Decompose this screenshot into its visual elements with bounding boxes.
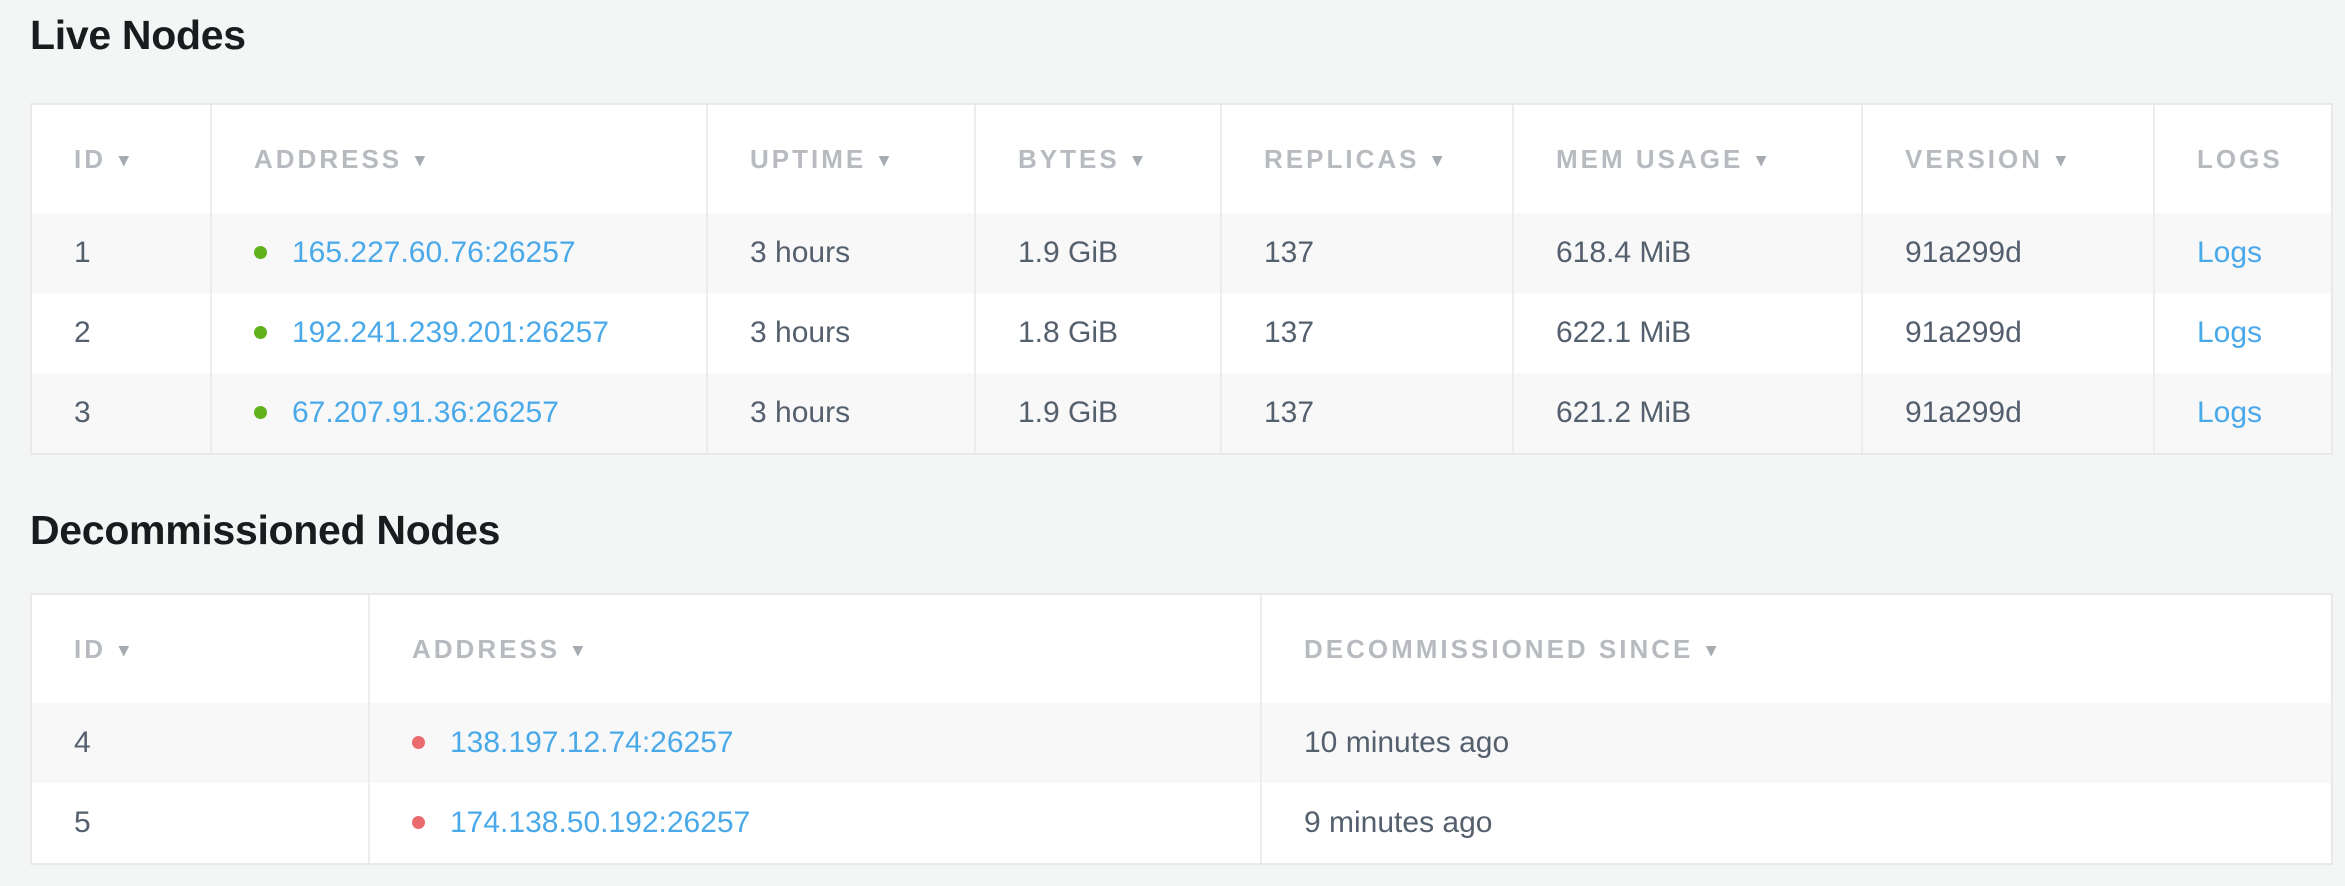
node-logs-link[interactable]: Logs [2197,236,2262,269]
cell-node-id: 2 [32,293,210,373]
decommissioned-table-body: 4 138.197.12.74:26257 10 minutes ago 5 1… [32,703,2331,863]
decommissioned-node-row: 4 138.197.12.74:26257 10 minutes ago [32,703,2331,783]
sort-arrow-icon: ▾ [2056,150,2069,171]
cell-node-replicas: 137 [1220,373,1512,453]
sort-arrow-icon: ▾ [1133,150,1146,171]
node-live-dot-icon [254,406,267,419]
decommissioned-table-head: ID ▾ ADDRESS ▾ DECOMMISSIONED SINCE ▾ [32,595,2331,703]
live-col-header-logs: LOGS [2153,105,2331,213]
node-logs-link[interactable]: Logs [2197,316,2262,349]
cell-node-replicas: 137 [1220,293,1512,373]
column-label: ID [74,144,106,174]
cell-node-version: 91a299d [1861,293,2153,373]
sort-arrow-icon: ▾ [879,150,892,171]
column-label: LOGS [2197,144,2283,174]
sort-arrow-icon: ▾ [1706,640,1719,661]
node-address-link[interactable]: 138.197.12.74:26257 [450,726,734,759]
node-address-link[interactable]: 67.207.91.36:26257 [292,396,559,429]
decommissioned-col-header-address[interactable]: ADDRESS ▾ [368,595,1260,703]
cell-node-version: 91a299d [1861,213,2153,293]
live-node-row: 3 67.207.91.36:26257 3 hours 1.9 GiB 137… [32,373,2331,453]
column-label: REPLICAS [1264,144,1419,174]
live-node-row: 2 192.241.239.201:26257 3 hours 1.8 GiB … [32,293,2331,373]
cell-node-id: 1 [32,213,210,293]
cell-node-logs: Logs [2153,293,2331,373]
cell-node-uptime: 3 hours [706,293,974,373]
cell-node-address: 174.138.50.192:26257 [368,783,1260,863]
cell-node-bytes: 1.9 GiB [974,213,1220,293]
decommissioned-nodes-section: Decommissioned Nodes ID ▾ ADDRESS ▾ DECOMM… [30,505,2333,865]
cell-node-bytes: 1.9 GiB [974,373,1220,453]
decommissioned-header-row: ID ▾ ADDRESS ▾ DECOMMISSIONED SINCE ▾ [32,595,2331,703]
column-label: MEM USAGE [1556,144,1743,174]
live-col-header-replicas[interactable]: REPLICAS ▾ [1220,105,1512,213]
live-col-header-address[interactable]: ADDRESS ▾ [210,105,706,213]
node-address-link[interactable]: 174.138.50.192:26257 [450,806,750,839]
live-col-header-version[interactable]: VERSION ▾ [1861,105,2153,213]
node-decommissioned-dot-icon [412,736,425,749]
decommissioned-nodes-table: ID ▾ ADDRESS ▾ DECOMMISSIONED SINCE ▾ 4 138… [30,593,2333,865]
cell-node-logs: Logs [2153,373,2331,453]
cell-node-bytes: 1.8 GiB [974,293,1220,373]
live-node-row: 1 165.227.60.76:26257 3 hours 1.9 GiB 13… [32,213,2331,293]
column-label: BYTES [1018,144,1120,174]
cell-node-version: 91a299d [1861,373,2153,453]
node-live-dot-icon [254,246,267,259]
sort-arrow-icon: ▾ [573,640,586,661]
node-logs-link[interactable]: Logs [2197,396,2262,429]
decommissioned-col-header-id[interactable]: ID ▾ [32,595,368,703]
cell-node-mem-usage: 622.1 MiB [1512,293,1861,373]
node-live-dot-icon [254,326,267,339]
cell-node-logs: Logs [2153,213,2331,293]
cell-node-replicas: 137 [1220,213,1512,293]
live-nodes-table: ID ▾ ADDRESS ▾ UPTIME ▾ BYTES ▾ REPLICAS ▾ [30,103,2333,455]
cell-node-id: 4 [32,703,368,783]
column-label: ID [74,634,106,664]
node-address-link[interactable]: 192.241.239.201:26257 [292,316,609,349]
cell-node-address: 192.241.239.201:26257 [210,293,706,373]
sort-arrow-icon: ▾ [119,150,132,171]
column-label: ADDRESS [254,144,402,174]
live-nodes-section: Live Nodes ID ▾ ADDRESS ▾ UPTIME ▾ [30,10,2333,455]
cell-node-mem-usage: 621.2 MiB [1512,373,1861,453]
node-decommissioned-dot-icon [412,816,425,829]
cell-node-uptime: 3 hours [706,373,974,453]
cell-node-address: 67.207.91.36:26257 [210,373,706,453]
decommissioned-node-row: 5 174.138.50.192:26257 9 minutes ago [32,783,2331,863]
sort-arrow-icon: ▾ [119,640,132,661]
sort-arrow-icon: ▾ [1432,150,1445,171]
cell-node-address: 165.227.60.76:26257 [210,213,706,293]
sort-arrow-icon: ▾ [415,150,428,171]
nodes-overview-page: Live Nodes ID ▾ ADDRESS ▾ UPTIME ▾ [0,0,2345,865]
live-col-header-id[interactable]: ID ▾ [32,105,210,213]
decommissioned-nodes-heading: Decommissioned Nodes [30,505,2333,555]
decommissioned-col-header-since[interactable]: DECOMMISSIONED SINCE ▾ [1260,595,2331,703]
sort-arrow-icon: ▾ [1756,150,1769,171]
live-nodes-table-head: ID ▾ ADDRESS ▾ UPTIME ▾ BYTES ▾ REPLICAS ▾ [32,105,2331,213]
node-address-link[interactable]: 165.227.60.76:26257 [292,236,576,269]
cell-decommissioned-since: 10 minutes ago [1260,703,2331,783]
column-label: VERSION [1905,144,2043,174]
cell-node-uptime: 3 hours [706,213,974,293]
cell-node-id: 3 [32,373,210,453]
live-nodes-header-row: ID ▾ ADDRESS ▾ UPTIME ▾ BYTES ▾ REPLICAS ▾ [32,105,2331,213]
live-col-header-mem-usage[interactable]: MEM USAGE ▾ [1512,105,1861,213]
live-col-header-uptime[interactable]: UPTIME ▾ [706,105,974,213]
live-nodes-table-body: 1 165.227.60.76:26257 3 hours 1.9 GiB 13… [32,213,2331,453]
column-label: DECOMMISSIONED SINCE [1304,634,1693,664]
live-nodes-heading: Live Nodes [30,10,2333,60]
column-label: UPTIME [750,144,866,174]
live-col-header-bytes[interactable]: BYTES ▾ [974,105,1220,213]
cell-node-mem-usage: 618.4 MiB [1512,213,1861,293]
cell-decommissioned-since: 9 minutes ago [1260,783,2331,863]
cell-node-address: 138.197.12.74:26257 [368,703,1260,783]
cell-node-id: 5 [32,783,368,863]
column-label: ADDRESS [412,634,560,664]
